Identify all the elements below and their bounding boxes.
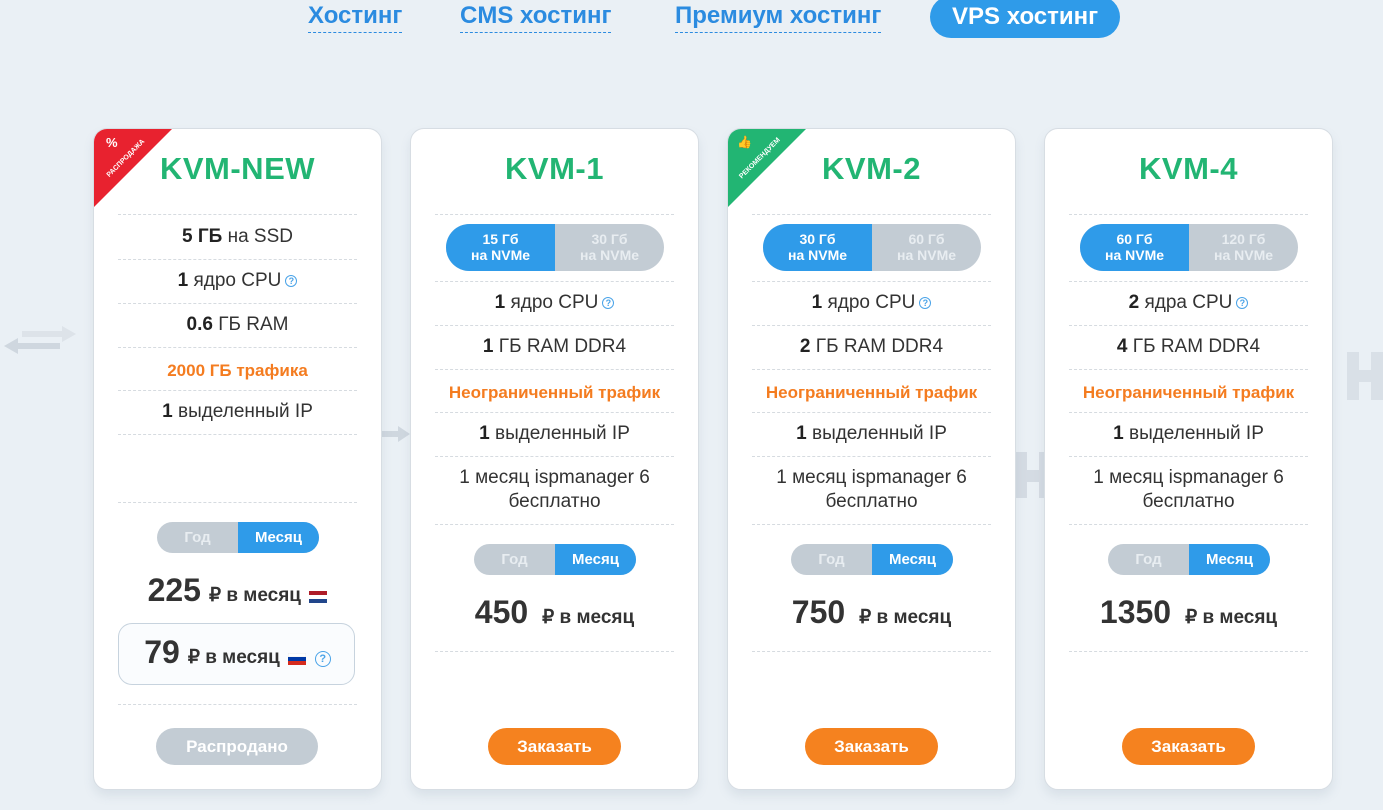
billing-period-toggle[interactable]: Год Месяц [791, 544, 953, 575]
ram-spec: 0.6 ГБ RAM [186, 314, 289, 335]
cpu-spec: 2 ядра CPU? [1055, 291, 1322, 315]
sold-out-button[interactable]: Распродано [156, 728, 318, 765]
cpu-spec: 1 ядро CPU? [104, 269, 371, 293]
order-button[interactable]: Заказать [1122, 728, 1255, 765]
disk-option[interactable]: 60 Гб на NVMe [872, 224, 981, 271]
ip-spec: 1 выделенный IP [796, 423, 947, 444]
plan-card-kvm-4: KVM-4 60 Гб на NVMe 120 Гб на NVMe 2 ядра … [1044, 128, 1333, 790]
billing-period-toggle[interactable]: Год Месяц [157, 522, 319, 553]
plan-card-kvm-new: % РАСПРОДАЖА KVM-NEW 5 ГБ на SSD 1 ядро … [93, 128, 382, 790]
disk-size-toggle[interactable]: 30 Гб на NVMe 60 Гб на NVMe [763, 224, 981, 271]
period-year[interactable]: Год [791, 544, 872, 575]
traffic-spec: 2000 ГБ трафика [167, 361, 308, 380]
tab-premium-hosting[interactable]: Премиум хостинг [675, 2, 882, 33]
billing-period-toggle[interactable]: Год Месяц [1108, 544, 1270, 575]
disk-option[interactable]: 30 Гб на NVMe [555, 224, 664, 271]
order-button[interactable]: Заказать [805, 728, 938, 765]
disk-spec: 5 ГБ на SSD [182, 226, 293, 247]
cpu-spec: 1 ядро CPU? [738, 291, 1005, 315]
traffic-spec: Неограниченный трафик [765, 383, 978, 402]
help-icon[interactable]: ? [919, 296, 932, 309]
decorative-h-icon-2 [1015, 452, 1045, 498]
ram-spec: 4 ГБ RAM DDR4 [1116, 336, 1261, 357]
tab-vps-hosting[interactable]: VPS хостинг [930, 0, 1121, 38]
ip-spec: 1 выделенный IP [162, 401, 313, 422]
decorative-arrow-icon [380, 426, 410, 442]
period-month[interactable]: Месяц [555, 544, 636, 575]
ispmanager-spec: 1 месяц ispmanager 6 бесплатно [776, 467, 967, 512]
disk-option-selected[interactable]: 60 Гб на NVMe [1080, 224, 1189, 271]
netherlands-flag-icon [309, 590, 328, 603]
ip-spec: 1 выделенный IP [479, 423, 630, 444]
traffic-spec: Неограниченный трафик [448, 383, 661, 402]
decorative-arrows-icon [4, 326, 76, 354]
disk-option-selected[interactable]: 15 Гб на NVMe [446, 224, 555, 271]
billing-period-toggle[interactable]: Год Месяц [474, 544, 636, 575]
plan-title: KVM-4 [1139, 151, 1238, 186]
help-icon[interactable]: ? [1236, 296, 1249, 309]
cpu-spec: 1 ядро CPU? [421, 291, 688, 315]
disk-size-toggle[interactable]: 60 Гб на NVMe 120 Гб на NVMe [1080, 224, 1298, 271]
russia-flag-icon [288, 652, 307, 665]
help-icon[interactable]: ? [314, 650, 331, 667]
disk-option-selected[interactable]: 30 Гб на NVMe [763, 224, 872, 271]
ram-spec: 1 ГБ RAM DDR4 [482, 336, 627, 357]
disk-option[interactable]: 120 Гб на NVMe [1189, 224, 1298, 271]
period-year[interactable]: Год [157, 522, 238, 553]
thumbs-up-icon: 👍 [737, 135, 752, 149]
hosting-type-tabs: Хостинг CMS хостинг Премиум хостинг VPS … [0, 0, 1383, 40]
plan-title: KVM-2 [822, 151, 921, 186]
period-month[interactable]: Месяц [872, 544, 953, 575]
period-year[interactable]: Год [474, 544, 555, 575]
plan-card-kvm-1: KVM-1 15 Гб на NVMe 30 Гб на NVMe 1 ядро C… [410, 128, 699, 790]
tab-hosting[interactable]: Хостинг [308, 2, 403, 33]
plan-title: KVM-1 [505, 151, 604, 186]
price-regular: 225 ₽ в месяц [94, 572, 381, 609]
tab-cms-hosting[interactable]: CMS хостинг [460, 2, 612, 33]
plan-card-kvm-2: 👍 РЕКОМЕНДУЕМ KVM-2 30 Гб на NVMe 60 Гб на… [727, 128, 1016, 790]
period-year[interactable]: Год [1108, 544, 1189, 575]
period-month[interactable]: Месяц [1189, 544, 1270, 575]
help-icon[interactable]: ? [602, 296, 615, 309]
price-regular: 750 ₽ в месяц [791, 594, 952, 630]
help-icon[interactable]: ? [285, 274, 298, 287]
percent-icon: % [106, 135, 118, 150]
plan-title: KVM-NEW [159, 151, 316, 186]
ispmanager-spec: 1 месяц ispmanager 6 бесплатно [459, 467, 650, 512]
period-month[interactable]: Месяц [238, 522, 319, 553]
order-button[interactable]: Заказать [488, 728, 621, 765]
price-promo: 79 ₽ в месяц ? [94, 634, 381, 671]
ram-spec: 2 ГБ RAM DDR4 [799, 336, 944, 357]
decorative-h-icon [1347, 352, 1383, 400]
ip-spec: 1 выделенный IP [1113, 423, 1264, 444]
price-regular: 450 ₽ в месяц [474, 594, 635, 630]
traffic-spec: Неограниченный трафик [1082, 383, 1295, 402]
ispmanager-spec: 1 месяц ispmanager 6 бесплатно [1093, 467, 1284, 512]
disk-size-toggle[interactable]: 15 Гб на NVMe 30 Гб на NVMe [446, 224, 664, 271]
price-regular: 1350 ₽ в месяц [1099, 594, 1278, 630]
